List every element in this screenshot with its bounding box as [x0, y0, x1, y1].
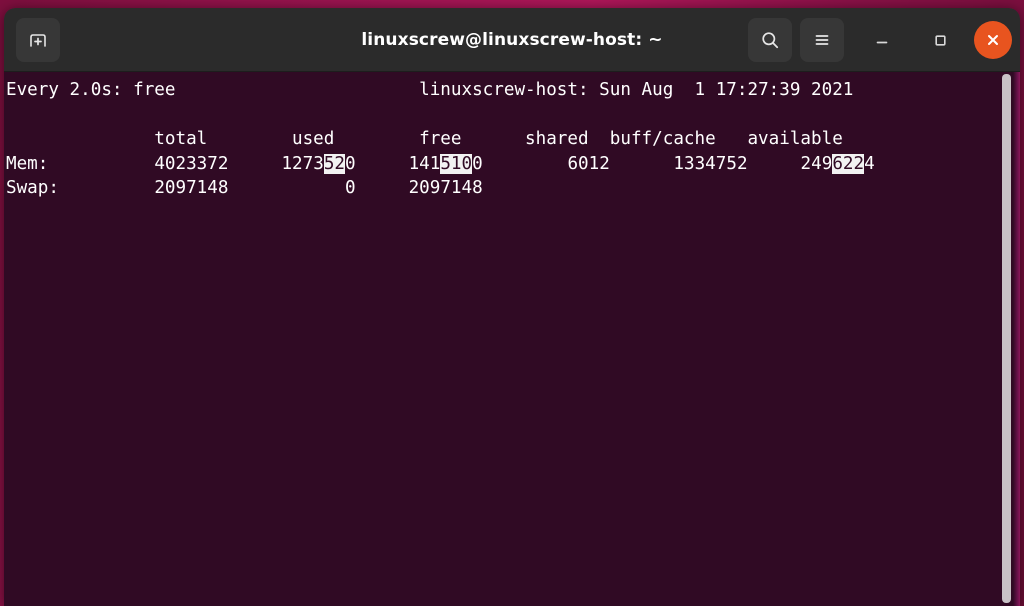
watch-header-left: Every 2.0s: free	[6, 80, 176, 100]
cell-mem-available-highlight: 622	[832, 153, 865, 174]
cell-swap-total: 2097148	[154, 178, 229, 199]
pad-swap-total	[59, 178, 154, 198]
row-label-mem: Mem:	[6, 153, 49, 174]
close-button[interactable]	[974, 20, 1012, 59]
maximize-icon	[935, 34, 946, 46]
cell-mem-used-highlight: 52	[323, 153, 345, 174]
cell-mem-available-suffix: 4	[864, 153, 875, 174]
new-tab-button[interactable]	[16, 17, 60, 62]
pad-mem-free	[356, 154, 409, 174]
hamburger-menu-icon	[815, 34, 829, 45]
table-header-row: total used free shared buff/cache availa…	[6, 129, 843, 150]
pad-mem-used	[228, 154, 281, 174]
minimize-button[interactable]	[862, 20, 902, 60]
terminal-window: linuxscrew@linuxscrew-host: ~ Every 2.0s…	[4, 8, 1020, 606]
search-icon	[762, 31, 779, 48]
cell-mem-free-prefix: 141	[408, 153, 441, 174]
minimize-icon	[876, 41, 888, 43]
cell-mem-shared: 6012	[567, 153, 610, 174]
cell-mem-available-prefix: 249	[800, 153, 833, 174]
pad-mem-buff	[610, 154, 674, 174]
watch-header-right: linuxscrew-host: Sun Aug 1 17:27:39 2021	[419, 80, 854, 100]
table-row-mem: Mem: 4023372 1273520 1415100 6012 133475…	[6, 153, 875, 174]
new-tab-icon	[30, 33, 46, 47]
cell-mem-used-prefix: 1273	[281, 153, 324, 174]
pad-swap-used	[228, 178, 345, 198]
pad-swap-free	[356, 178, 409, 198]
cell-mem-free-highlight: 510	[440, 153, 473, 174]
search-button[interactable]	[748, 17, 792, 62]
window-titlebar[interactable]: linuxscrew@linuxscrew-host: ~	[4, 8, 1020, 72]
menu-button[interactable]	[800, 17, 844, 62]
pad-mem-avail	[748, 154, 801, 174]
scrollbar-thumb[interactable]	[1002, 74, 1011, 603]
terminal-content-area[interactable]: Every 2.0s: free linuxscrew-host: Sun Au…	[4, 72, 1020, 606]
watch-header-spacer	[175, 80, 419, 100]
close-icon	[988, 34, 998, 45]
cell-swap-used: 0	[345, 178, 356, 199]
terminal-text: Every 2.0s: free linuxscrew-host: Sun Au…	[4, 72, 1020, 606]
scrollbar-track[interactable]	[1002, 72, 1011, 606]
row-label-swap: Swap:	[6, 178, 59, 199]
cell-mem-used-suffix: 0	[345, 153, 356, 174]
cell-mem-free-suffix: 0	[472, 153, 483, 174]
pad-mem-total	[48, 154, 154, 174]
titlebar-controls	[748, 17, 1012, 62]
cell-mem-total: 4023372	[154, 153, 229, 174]
pad-mem-shared	[483, 154, 568, 174]
cell-mem-buffcache: 1334752	[673, 153, 748, 174]
maximize-button[interactable]	[920, 20, 960, 60]
table-row-swap: Swap: 2097148 0 2097148	[6, 178, 483, 198]
cell-swap-free: 2097148	[408, 178, 483, 199]
